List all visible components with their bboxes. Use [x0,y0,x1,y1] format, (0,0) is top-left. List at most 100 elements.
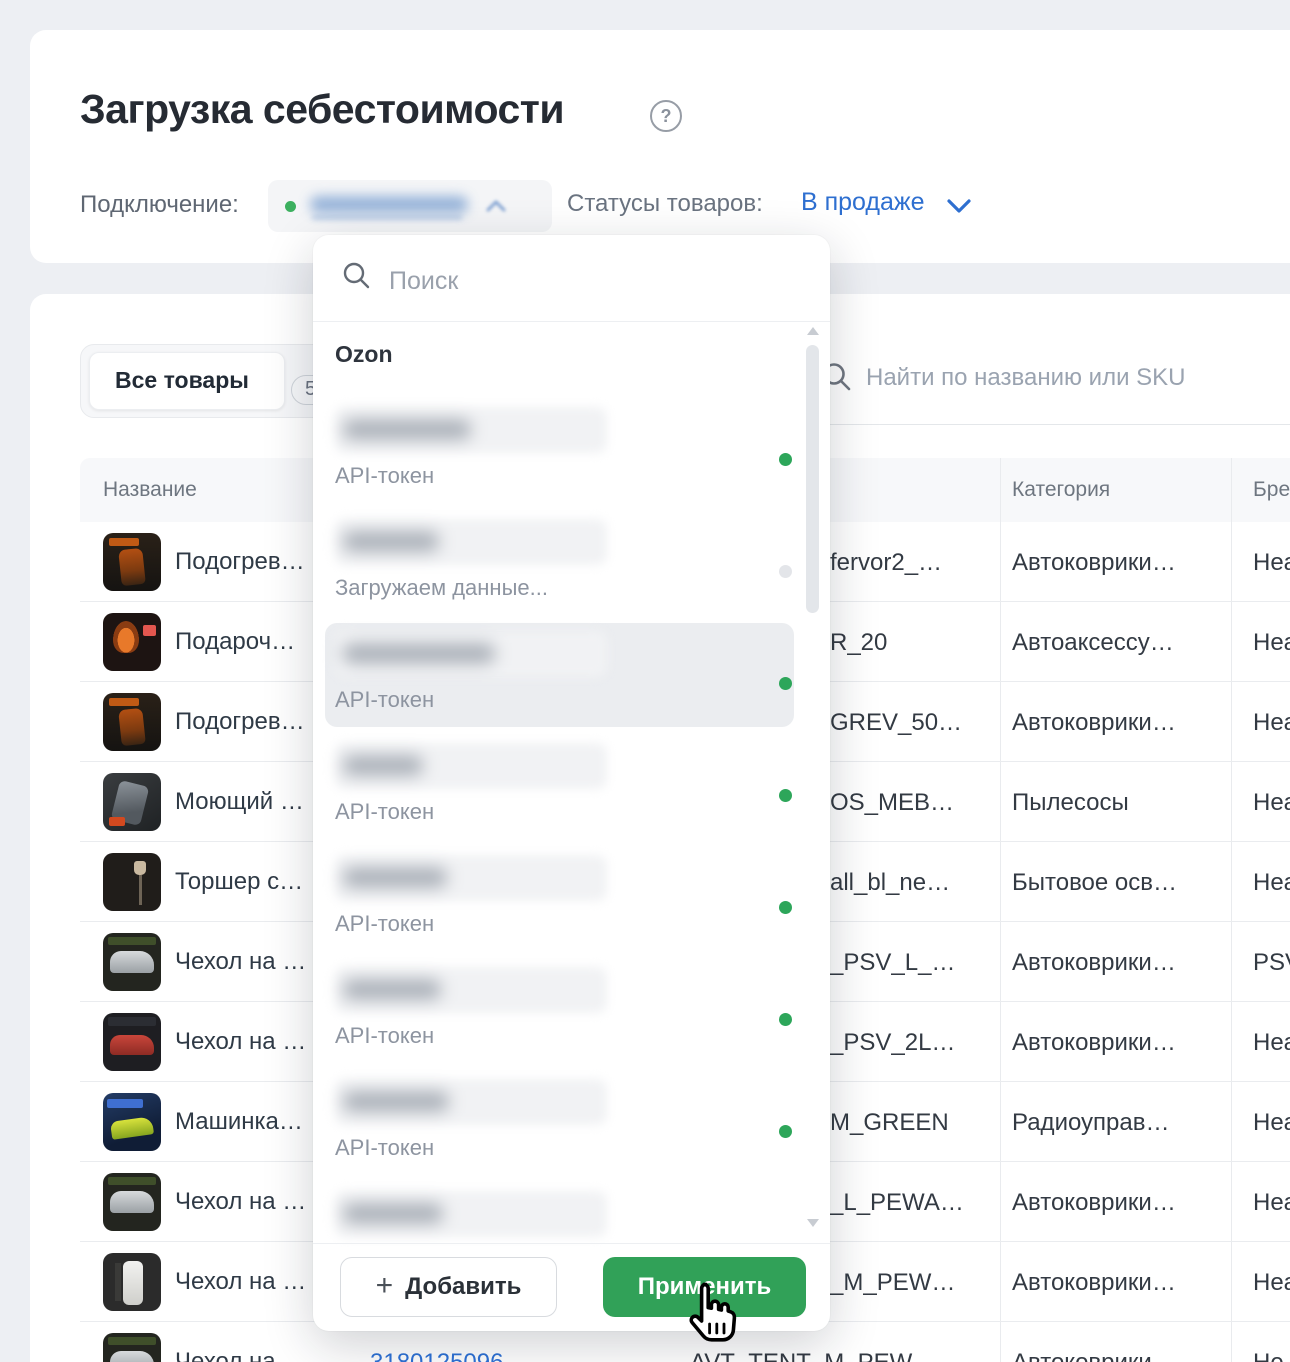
product-category: Автоковрики… [1012,1189,1176,1217]
connection-name-redacted [335,855,607,901]
product-category: Автоковрики… [1012,949,1176,977]
product-name[interactable]: Чехол на … [175,948,306,976]
page-title: Загрузка себестоимости [80,86,564,133]
product-brand: Не [1253,1349,1284,1362]
connection-item[interactable]: API-токен [313,407,830,491]
divider [313,1243,830,1244]
product-image [103,1333,161,1362]
product-name[interactable]: Чехол на … [175,1268,306,1296]
product-brand: Неа [1253,789,1290,817]
status-dot-green [779,453,792,466]
product-category: Автоковрики… [1012,1029,1176,1057]
connection-name-redacted [335,743,607,789]
status-dot-green [779,1125,792,1138]
product-image [103,613,161,671]
product-image [103,1093,161,1151]
connection-type: API-токен [335,463,434,489]
cursor-pointer-icon [680,1278,744,1352]
connection-name-redacted [335,1191,607,1237]
product-category: Автоаксессу… [1012,629,1174,657]
product-image [103,773,161,831]
product-category: Автоковрики… [1012,549,1176,577]
header-card [30,30,1290,263]
help-icon[interactable]: ? [650,100,682,132]
product-brand: Неа [1253,869,1290,897]
connection-dropdown-panel: Ozon API-токен Загружаем данные... API-т… [313,235,830,1331]
product-article: M_GREEN [830,1109,949,1137]
product-sku-link[interactable]: 3180125096 [370,1349,503,1362]
status-dot-green [779,901,792,914]
connection-item[interactable]: Загружаем данные... [313,519,830,603]
product-article: _L_PEWA… [830,1189,964,1217]
status-dot-grey [779,565,792,578]
tab-label: Все товары [115,367,249,394]
connection-name-redacted [335,407,607,453]
connection-item[interactable]: API-токен [313,743,830,827]
connection-item-selected[interactable]: API-токен [313,631,830,715]
product-image [103,693,161,751]
connection-type: API-токен [335,687,434,713]
connection-item[interactable]: API-токен [313,967,830,1051]
plus-icon: + [376,1271,394,1301]
connection-type: API-токен [335,799,434,825]
product-name[interactable]: Чехол на … [175,1028,306,1056]
product-image [103,1013,161,1071]
connection-item[interactable]: API-токен [313,855,830,939]
status-dot-green [779,677,792,690]
product-article: all_bl_ne… [830,869,950,897]
connection-item[interactable]: API-токен [313,1079,830,1163]
product-name[interactable]: Машинка… [175,1108,303,1136]
product-article: fervor2_… [830,549,942,577]
connection-name-redacted [335,519,607,565]
product-image [103,853,161,911]
status-dot-green [779,1013,792,1026]
connection-loading-status: Загружаем данные... [335,575,548,601]
product-brand: PSV [1253,949,1290,977]
product-category: Бытовое осв… [1012,869,1177,897]
product-category: Автоковрики… [1012,709,1176,737]
product-category: Автоковрики [1012,1349,1152,1362]
statuses-dropdown[interactable]: В продаже [801,188,925,217]
tab-all-products[interactable]: Все товары 5 [89,352,285,410]
connection-type: API-токен [335,1135,434,1161]
product-name[interactable]: Торшер с… [175,868,303,896]
connection-selector[interactable] [268,180,552,232]
product-brand: Неа [1253,629,1290,657]
product-brand: Неа [1253,1269,1290,1297]
connection-type: API-токен [335,1023,434,1049]
connection-name-redacted [335,967,607,1013]
product-article: OS_MEB… [830,789,954,817]
column-header-category: Категория [1012,478,1110,502]
chevron-down-icon[interactable] [946,198,972,214]
product-name[interactable]: Чехол на [175,1348,276,1362]
product-image [103,533,161,591]
product-category: Пылесосы [1012,789,1129,817]
chevron-up-icon [486,199,506,212]
scrollbar-up-arrow[interactable] [807,327,819,335]
add-connection-button[interactable]: + Добавить [340,1257,557,1317]
product-image [103,1253,161,1311]
product-brand: Неа [1253,1029,1290,1057]
connection-name-underline [312,216,462,219]
product-image [103,933,161,991]
connection-name-redacted [335,631,607,677]
connections-list: API-токен Загружаем данные... API-токен … [313,235,830,1243]
product-name[interactable]: Чехол на … [175,1188,306,1216]
product-search-input[interactable] [864,352,1288,404]
product-image [103,1173,161,1231]
product-name[interactable]: Подогрев… [175,548,305,576]
product-article: _PSV_L_… [830,949,955,977]
product-article: _M_PEW… [830,1269,955,1297]
connection-type: API-токен [335,911,434,937]
statuses-label: Статусы товаров: [567,190,763,218]
scrollbar-down-arrow[interactable] [807,1219,819,1227]
product-name[interactable]: Подароч… [175,628,295,656]
column-header-brand: Бре [1253,478,1290,502]
column-header-name: Название [103,478,197,502]
product-article: R_20 [830,629,887,657]
product-name[interactable]: Моющий … [175,788,304,816]
product-name[interactable]: Подогрев… [175,708,305,736]
scrollbar-thumb[interactable] [806,345,819,613]
status-dot-green [779,789,792,802]
product-brand: Неа [1253,549,1290,577]
